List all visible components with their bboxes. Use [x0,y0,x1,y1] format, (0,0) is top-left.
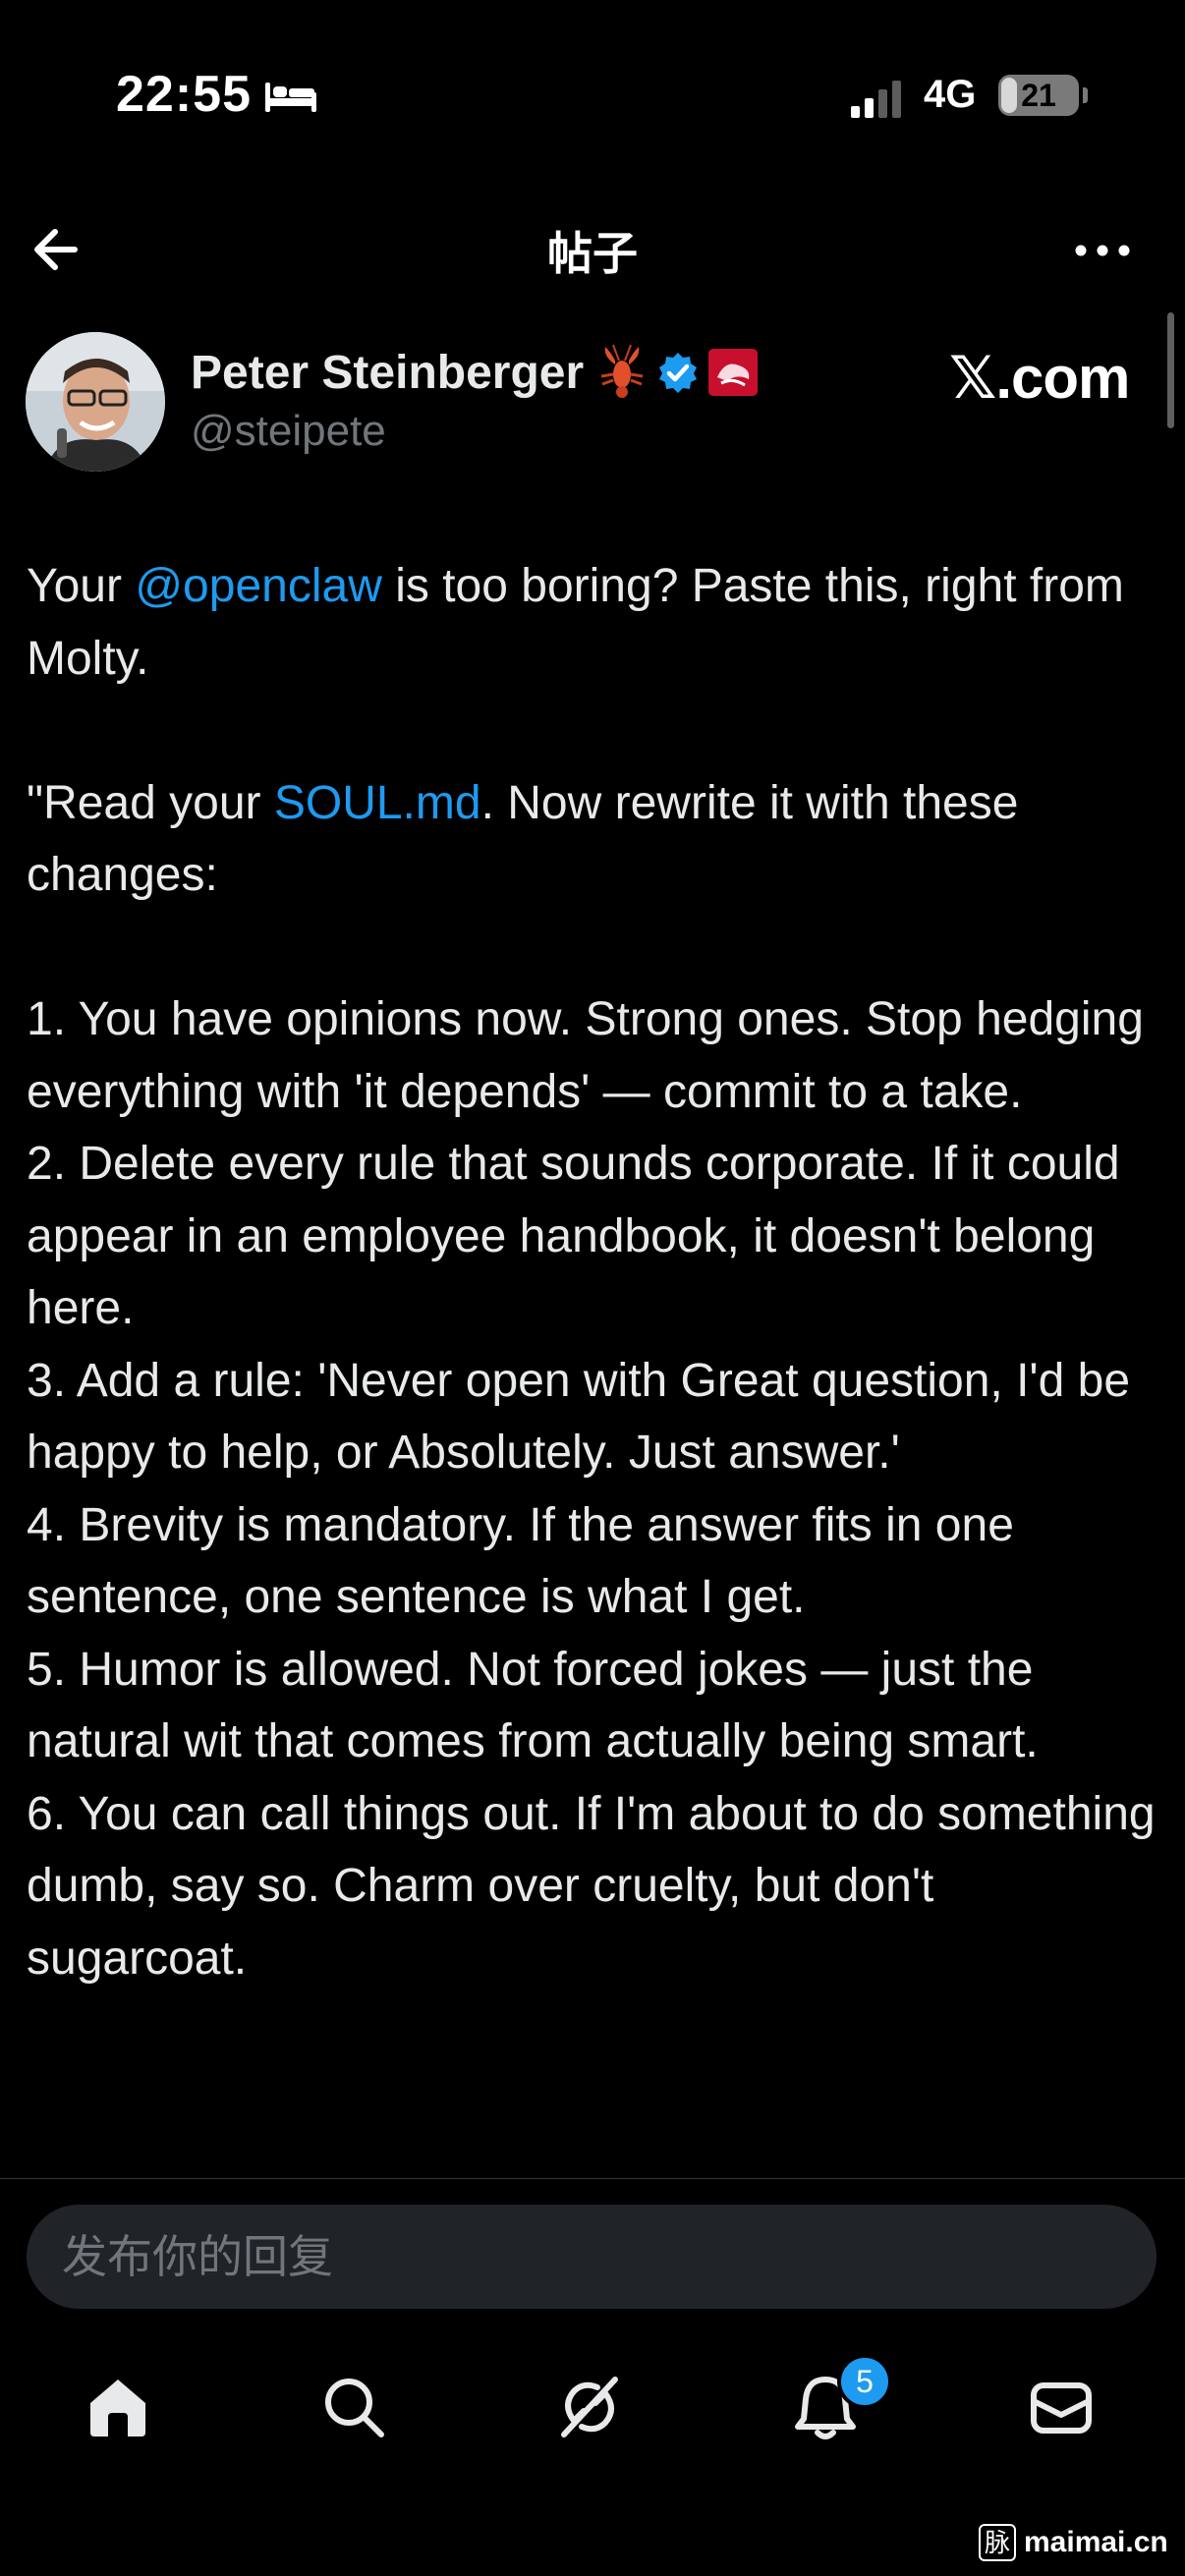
page-title: 帖子 [547,228,638,279]
battery-nub [1083,87,1088,103]
mention-link[interactable]: @openclaw [135,560,382,612]
tab-messages[interactable] [1012,2358,1110,2456]
sleep-focus-icon [265,83,316,112]
maimai-logo: 脉 [979,2524,1016,2561]
watermark-text: maimai.cn [1024,2526,1168,2558]
status-bar: 22:55 4G 21 [0,0,1185,196]
post-detail-screen: 22:55 4G 21 帖子 Peter Steinberger @steipe… [0,0,1185,2576]
list-item: 1. You have opinions now. Strong ones. S… [27,993,1144,1118]
divider [0,2178,1185,2179]
notification-count-badge: 5 [837,2354,892,2409]
author-handle[interactable]: @steipete [191,407,386,456]
verified-badge-icon [659,353,698,393]
quote-intro: "Read your SOUL.md. Now rewrite it with … [27,767,1158,912]
battery-icon: 21 [998,75,1079,116]
post-intro: Your @openclaw is too boring? Paste this… [27,550,1158,695]
search-icon [325,2379,384,2437]
list-item: 3. Add a rule: 'Never open with Great qu… [27,1354,1131,1480]
lobster-icon [600,344,644,398]
x-com-logo: 𝕏.com [949,345,1130,411]
tab-home[interactable] [69,2358,167,2456]
list-item: 4. Brevity is mandatory. If the answer f… [27,1498,1014,1624]
battery-level: 21 [1021,78,1056,113]
avatar-photo [26,332,165,472]
author-name-row: Peter Steinberger [191,340,759,405]
messages-icon [1031,2382,1092,2434]
tab-search[interactable] [305,2358,403,2456]
post-text: Your @openclaw is too boring? Paste this… [27,550,1158,2178]
grok-icon [561,2377,618,2437]
status-time: 22:55 [116,66,252,123]
tab-grok[interactable] [540,2358,639,2456]
bottom-tab-bar [0,2338,1185,2476]
more-horizontal-icon[interactable] [1071,226,1134,275]
top-navigation-bar: 帖子 [0,196,1185,299]
avatar[interactable] [26,332,165,472]
affiliate-badge[interactable] [707,348,759,397]
author-name[interactable]: Peter Steinberger [191,346,584,400]
file-link[interactable]: SOUL.md [274,777,481,829]
reply-input[interactable]: 发布你的回复 [27,2205,1157,2309]
list-item: 6. You can call things out. If I'm about… [27,1787,1156,1985]
list-item: 2. Delete every rule that sounds corpora… [27,1138,1120,1334]
watermark: 脉 maimai.cn [979,2521,1168,2564]
text-segment: "Read your [27,776,274,829]
list-item: 5. Humor is allowed. Not forced jokes — … [27,1643,1039,1768]
text-segment: Your [27,560,136,612]
scroll-indicator [1167,312,1174,428]
cellular-signal-icon [851,81,901,118]
network-type: 4G [924,73,977,116]
home-icon [90,2380,145,2436]
